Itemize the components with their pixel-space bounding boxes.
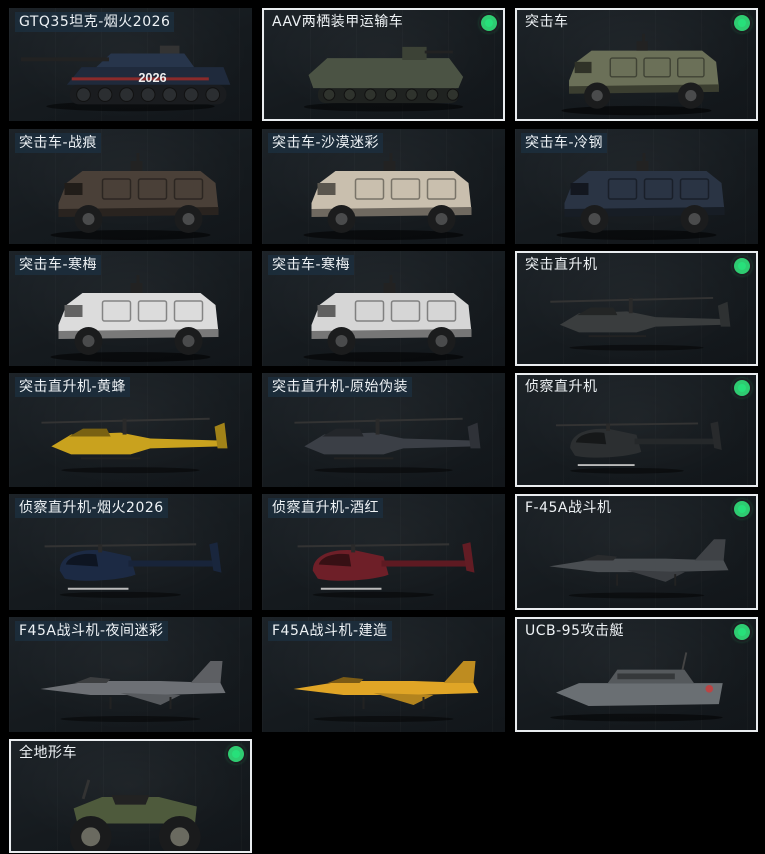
vehicle-card[interactable]: UCB-95攻击艇 <box>515 617 758 732</box>
amphibious-apc-icon <box>303 46 464 112</box>
vehicle-grid: GTQ35坦克-烟火2026 2026 AAV两栖装甲运输车 突击车 突击车-战痕 突击车… <box>0 0 765 854</box>
vehicle-name: 突击车-战痕 <box>15 133 102 153</box>
vehicle-name: F-45A战斗机 <box>525 500 612 516</box>
owned-status-icon <box>734 380 750 396</box>
fighter-jet-icon <box>549 539 729 599</box>
vehicle-card[interactable]: 突击车-寒梅 <box>262 251 505 366</box>
armored-car-icon <box>50 153 219 240</box>
vehicle-card[interactable]: 突击车 <box>515 8 758 121</box>
vehicle-name: 突击直升机-黄蜂 <box>15 377 131 397</box>
owned-status-icon <box>228 746 244 762</box>
vehicle-card[interactable]: 突击车-沙漠迷彩 <box>262 129 505 244</box>
vehicle-card[interactable]: 突击直升机 <box>515 251 758 366</box>
vehicle-card[interactable]: AAV两栖装甲运输车 <box>262 8 505 121</box>
vehicle-card[interactable]: F45A战斗机-建造 <box>262 617 505 732</box>
vehicle-name: UCB-95攻击艇 <box>525 623 624 639</box>
armored-car-icon <box>50 275 219 362</box>
vehicle-name: 突击车-沙漠迷彩 <box>268 133 384 153</box>
fighter-jet-icon <box>293 661 479 722</box>
armored-car-icon <box>561 33 719 116</box>
attack-helicopter-icon <box>41 417 228 474</box>
fighter-jet-icon <box>40 661 226 722</box>
vehicle-name: 全地形车 <box>19 745 77 761</box>
owned-status-icon <box>734 501 750 517</box>
vehicle-card[interactable]: 侦察直升机 <box>515 373 758 487</box>
attack-helicopter-icon <box>550 296 731 351</box>
armored-car-icon <box>556 153 725 240</box>
atv-icon <box>69 779 201 851</box>
attack-boat-icon <box>550 652 723 722</box>
tank-decal-text: 2026 <box>138 70 166 85</box>
vehicle-name: F45A战斗机-夜间迷彩 <box>15 621 168 641</box>
attack-helicopter-icon <box>294 417 481 474</box>
scout-helicopter-icon <box>555 421 722 474</box>
vehicle-name: 侦察直升机-烟火2026 <box>15 498 168 518</box>
scout-helicopter-icon <box>297 542 475 598</box>
armored-car-icon <box>303 153 472 240</box>
owned-status-icon <box>734 258 750 274</box>
vehicle-name: 突击直升机 <box>525 257 598 273</box>
vehicle-card[interactable]: F-45A战斗机 <box>515 494 758 610</box>
vehicle-name: 侦察直升机-酒红 <box>268 498 384 518</box>
vehicle-card[interactable]: 突击直升机-黄蜂 <box>9 373 252 487</box>
vehicle-card[interactable]: 突击车-寒梅 <box>9 251 252 366</box>
vehicle-name: 突击车-冷钢 <box>521 133 608 153</box>
vehicle-name: 侦察直升机 <box>525 379 598 395</box>
vehicle-card[interactable]: GTQ35坦克-烟火2026 2026 <box>9 8 252 121</box>
vehicle-card[interactable]: 突击车-冷钢 <box>515 129 758 244</box>
vehicle-name: 突击直升机-原始伪装 <box>268 377 413 397</box>
vehicle-name: 突击车 <box>525 14 569 30</box>
vehicle-card[interactable]: 突击直升机-原始伪装 <box>262 373 505 487</box>
scout-helicopter-icon <box>44 542 222 598</box>
vehicle-card[interactable]: 侦察直升机-酒红 <box>262 494 505 610</box>
armored-car-icon <box>303 275 472 362</box>
owned-status-icon <box>481 15 497 31</box>
vehicle-card[interactable]: 突击车-战痕 <box>9 129 252 244</box>
vehicle-name: 突击车-寒梅 <box>15 255 102 275</box>
vehicle-name: AAV两栖装甲运输车 <box>272 14 404 30</box>
tank-icon: 2026 <box>20 45 231 112</box>
vehicle-name: 突击车-寒梅 <box>268 255 355 275</box>
vehicle-name: GTQ35坦克-烟火2026 <box>15 12 175 32</box>
owned-status-icon <box>734 15 750 31</box>
owned-status-icon <box>734 624 750 640</box>
vehicle-card[interactable]: 侦察直升机-烟火2026 <box>9 494 252 610</box>
vehicle-name: F45A战斗机-建造 <box>268 621 392 641</box>
vehicle-card[interactable]: F45A战斗机-夜间迷彩 <box>9 617 252 732</box>
vehicle-card[interactable]: 全地形车 <box>9 739 252 853</box>
